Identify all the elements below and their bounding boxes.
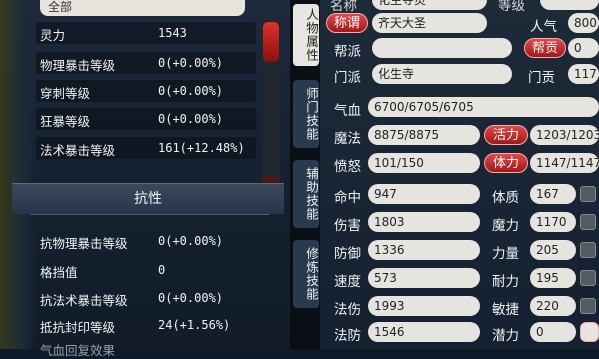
level-label: 等级 [498,0,525,14]
resist-label: 格挡值 [40,265,78,280]
stat-label: 物理暴击等级 [40,58,116,73]
mp-field: 8875/8875 [368,125,480,145]
stat-label: 法术暴击等级 [40,143,116,158]
stat-label: 穿刺等级 [40,86,91,101]
attr2-field: 167 [530,184,576,204]
attr-label: 速度 [334,274,361,290]
attr-label: 命中 [334,190,361,206]
add-point-button[interactable] [580,186,596,202]
background-artwork [0,0,36,349]
sect-label: 门派 [334,70,361,86]
attr-label: 防御 [334,246,361,262]
attr2-field: 220 [530,296,576,316]
attr-label: 法伤 [334,302,361,318]
tab-cultivation-skills[interactable]: 修炼技能 [293,240,319,308]
attr2-label: 体质 [492,190,519,206]
stat-value: 0(+0.00%) [158,112,224,126]
attr-field: 947 [368,184,480,204]
popularity-field: 800 [568,13,599,33]
name-label: 名称 [330,0,357,14]
attr2-field: 1170 [530,212,576,232]
stat-label: 狂暴等级 [40,114,91,129]
vitality-field: 1203/1203 [530,125,599,145]
anger-label: 愤怒 [334,159,361,175]
stat-row-bg [36,22,256,44]
resist-label: 气血回复效果 [40,343,116,358]
add-point-button[interactable] [580,298,596,314]
attr2-label: 魔力 [492,218,519,234]
stamina-field: 1147/1147 [530,153,599,173]
level-field [540,0,599,10]
attr2-label: 敏捷 [492,302,519,318]
stat-label: 灵力 [40,28,66,43]
stat-value: 1543 [158,26,187,40]
resist-section-header: 抗性 [12,183,284,214]
mp-label: 魔法 [334,131,361,147]
hp-field: 6700/6705/6705 [368,97,599,117]
title-button[interactable]: 称谓 [326,13,368,33]
faction-contribution-field: 0 [568,38,599,58]
scrollbar-thumb[interactable] [263,22,279,62]
add-point-button[interactable] [580,242,596,258]
confirm-points-button[interactable] [580,322,599,342]
resist-value: 24(+1.56%) [158,318,231,332]
attr2-field: 205 [530,240,576,260]
sect-field: 化生寺 [372,64,512,84]
sect-contribution-field: 117 [568,64,599,84]
attr-label: 伤害 [334,218,361,234]
stat-value: 0(+0.00%) [158,84,224,98]
faction-field [372,38,512,58]
stat-value: 0(+0.00%) [158,56,224,70]
resist-label: 抵抗封印等级 [40,320,116,335]
attr2-label: 耐力 [492,274,519,290]
resist-value: 0(+0.00%) [158,234,224,248]
category-dropdown[interactable]: 全部 [40,0,245,16]
tab-auxiliary-skills[interactable]: 辅助技能 [293,160,319,228]
vitality-button[interactable]: 活力 [484,125,528,145]
attr-field: 1993 [368,296,480,316]
attr-field: 1803 [368,212,480,232]
faction-contribution-button[interactable]: 帮贡 [524,38,566,58]
hp-label: 气血 [334,103,361,119]
name-field: 化生寺灵 [372,0,487,10]
anger-field: 101/150 [368,153,480,173]
add-point-button[interactable] [580,270,596,286]
title-field: 齐天大圣 [372,13,487,33]
tab-character-attributes[interactable]: 人物属性 [293,4,319,66]
add-point-button[interactable] [580,214,596,230]
stamina-button[interactable]: 体力 [484,153,528,173]
faction-label: 帮派 [334,44,361,60]
attr-field: 1336 [368,240,480,260]
stat-value: 161(+12.48%) [158,141,245,155]
attr-field: 1546 [368,322,480,342]
attr2-label: 潜力 [492,328,519,344]
resist-label: 抗法术暴击等级 [40,293,128,308]
sect-contribution-label: 门贡 [528,70,555,86]
attr2-field: 0 [530,322,576,342]
resist-value: 0(+0.00%) [158,291,224,305]
attr2-field: 195 [530,268,576,288]
attr2-label: 力量 [492,246,519,262]
tab-sect-skills[interactable]: 师门技能 [293,80,319,148]
attr-label: 法防 [334,328,361,344]
popularity-label: 人气 [530,19,557,35]
resist-value: 0 [158,263,166,277]
attr-field: 573 [368,268,480,288]
resist-label: 抗物理暴击等级 [40,236,128,251]
divider [30,214,270,215]
